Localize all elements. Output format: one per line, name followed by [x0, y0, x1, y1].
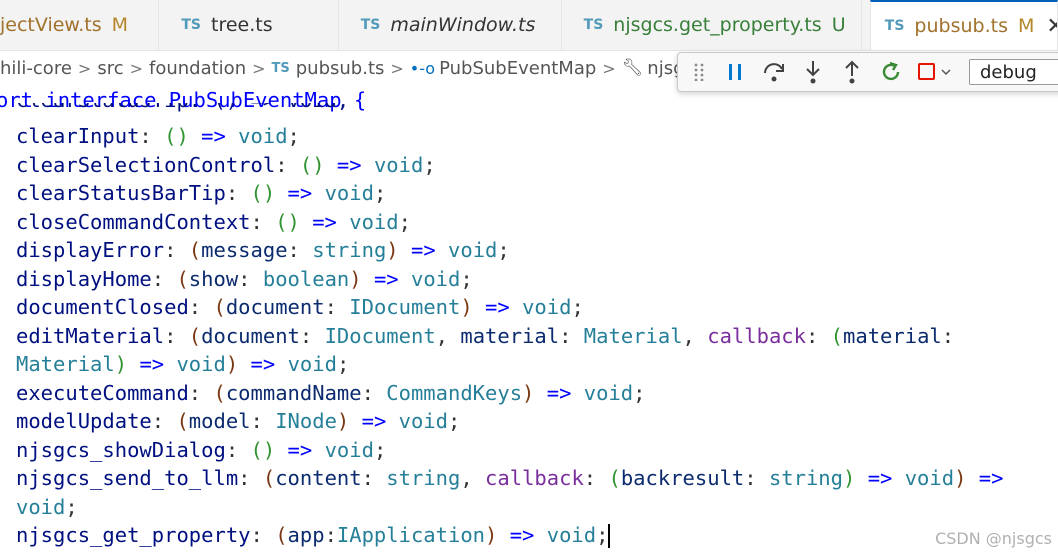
tab-label: jectView.ts [0, 14, 102, 36]
tab-projectview[interactable]: jectView.ts M [0, 0, 160, 50]
code-line: modelUpdate: (model: INode) => void; [16, 409, 461, 433]
code-line: void; [16, 495, 78, 519]
step-into-icon[interactable] [800, 58, 826, 86]
tab-label: pubsub.ts [914, 15, 1008, 37]
stop-icon[interactable] [917, 58, 953, 86]
code-editor[interactable]: ort interface PubSubEventMap { clearStat… [0, 86, 1058, 554]
watermark: CSDN @njsgcs [935, 529, 1052, 548]
tab-label: mainWindow.ts [390, 14, 536, 36]
code-line: editMaterial: (document: IDocument, mate… [16, 324, 955, 348]
editor-tab-bar: jectView.ts M TS tree.ts TS mainWindow.t… [0, 0, 1058, 51]
chevron-right-icon: > [602, 58, 616, 78]
chevron-right-icon: > [77, 58, 92, 78]
pause-icon[interactable] [722, 58, 748, 86]
code-line: njsgcs_showDialog: () => void; [16, 438, 387, 462]
code-line: clearInput: () => void; [16, 124, 300, 148]
step-out-icon[interactable] [839, 58, 865, 86]
code-line: executeCommand: (commandName: CommandKey… [16, 381, 646, 405]
debug-config-select[interactable]: debug [969, 59, 1058, 85]
restart-icon[interactable] [878, 58, 904, 86]
code-line: closeCommandContext: () => void; [16, 210, 411, 234]
code-line: displayError: (message: string) => void; [16, 238, 510, 262]
code-line: documentClosed: (document: IDocument) =>… [16, 295, 584, 319]
tab-njsgcs-get-property[interactable]: TS njsgcs.get_property.ts U [562, 0, 862, 50]
interface-symbol-icon: •-o [409, 58, 436, 78]
chevron-right-icon: > [129, 58, 143, 78]
tab-status-modified: M [111, 14, 129, 36]
code-line: njsgcs_get_property: (app:IApplication) … [16, 523, 611, 548]
tab-pubsub[interactable]: TS pubsub.ts M ✕ [869, 0, 1058, 50]
typescript-file-icon: TS [884, 18, 905, 34]
code-line: njsgcs_send_to_llm: (content: string, ca… [16, 466, 1004, 490]
tab-tree[interactable]: TS tree.ts [159, 0, 339, 50]
breadcrumb-item[interactable]: src [97, 58, 123, 79]
tab-mainwindow[interactable]: TS mainWindow.ts [339, 0, 562, 50]
code-line: clearStatusBarTip: () => void; [16, 181, 387, 205]
breadcrumb-item[interactable]: PubSubEventMap [439, 58, 596, 79]
code-line-clipped: clearStatusTip: () => void; [16, 103, 349, 114]
text-cursor [608, 524, 611, 548]
code-line: displayHome: (show: boolean) => void; [16, 267, 473, 291]
wrench-icon: 🔧︎ [621, 58, 644, 78]
chevron-right-icon: > [252, 58, 266, 78]
close-icon[interactable]: ✕ [1046, 14, 1057, 39]
tab-label: tree.ts [211, 14, 273, 36]
code-line: clearSelectionControl: () => void; [16, 153, 436, 177]
tab-status-untracked: U [831, 14, 846, 36]
tab-label: njsgcs.get_property.ts [613, 14, 822, 36]
breadcrumb-item[interactable]: foundation [149, 58, 246, 79]
typescript-file-icon: TS [271, 60, 290, 76]
chevron-right-icon: > [390, 58, 404, 78]
step-over-icon[interactable] [761, 58, 787, 86]
drag-handle-icon[interactable] [692, 58, 706, 86]
code-line: Material) => void) => void; [16, 352, 350, 376]
typescript-file-icon: TS [583, 17, 604, 33]
tab-status-modified: M [1017, 15, 1035, 37]
breadcrumb-item[interactable]: hili-core [0, 58, 72, 79]
code-clipped-text: clearStatusTip: () => void; [16, 103, 349, 112]
breadcrumb-item[interactable]: pubsub.ts [296, 58, 385, 79]
typescript-file-icon: TS [360, 17, 381, 33]
debug-toolbar: debug [677, 52, 1058, 92]
typescript-file-icon: TS [181, 17, 201, 33]
